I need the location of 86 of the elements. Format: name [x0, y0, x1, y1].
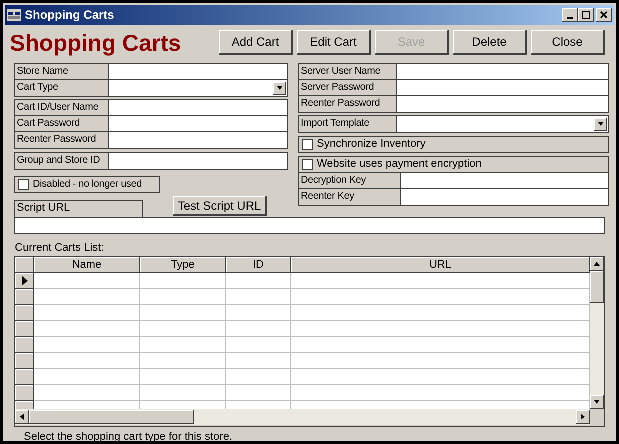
checkbox-label: Website uses payment encryption [317, 157, 482, 172]
maximize-icon [582, 11, 590, 19]
row-selector[interactable] [15, 289, 34, 305]
table-cell [226, 337, 291, 353]
checkbox-row[interactable]: Disabled - no longer used [14, 176, 160, 193]
field-label: Reenter Password [299, 96, 397, 112]
current-row-icon [22, 276, 28, 286]
checkbox-label: Synchronize Inventory [317, 137, 426, 152]
status-text: Select the shopping cart type for this store. [24, 430, 233, 444]
text-field[interactable] [109, 153, 287, 169]
page-heading: Shopping Carts [10, 30, 182, 56]
caret-down-icon [596, 120, 604, 128]
table-cell [226, 369, 291, 385]
scroll-button[interactable] [15, 410, 29, 424]
window-title: Shopping Carts [25, 7, 114, 24]
column-header[interactable]: ID [226, 257, 291, 273]
checkbox-box[interactable] [302, 159, 313, 170]
toolbar-button[interactable]: Close [531, 30, 605, 55]
caret-down-icon [593, 398, 601, 406]
field-label: Store Name [15, 64, 109, 79]
table-cell [226, 305, 291, 321]
column-header[interactable]: Type [140, 257, 226, 273]
caret-down-icon [276, 84, 284, 92]
checkbox-label: Disabled - no longer used [33, 178, 142, 192]
table-cell [226, 385, 291, 401]
checkbox-box[interactable] [302, 139, 313, 150]
field-label: Reenter Key [299, 189, 401, 205]
toolbar-button[interactable]: Edit Cart [297, 30, 371, 55]
column-header[interactable]: Name [34, 257, 140, 273]
field-label: Reenter Password [15, 132, 109, 148]
scroll-button[interactable] [590, 257, 604, 271]
header-corner [15, 257, 34, 273]
table-cell [226, 321, 291, 337]
text-field[interactable] [397, 64, 608, 79]
field-label: Cart Password [15, 116, 109, 131]
scroll-button[interactable] [576, 410, 590, 424]
field-label: Server User Name [299, 64, 397, 79]
row-selector[interactable] [15, 305, 34, 321]
vertical-scrollbar[interactable] [590, 257, 604, 409]
horizontal-scrollbar[interactable] [15, 409, 590, 425]
dropdown-field[interactable] [397, 116, 608, 132]
caret-up-icon [593, 260, 601, 268]
field-label: Server Password [299, 80, 397, 95]
toolbar-button[interactable]: Add Cart [219, 30, 293, 55]
table-cell [226, 273, 291, 289]
dropdown-button[interactable] [594, 118, 607, 130]
dropdown-button[interactable] [273, 82, 286, 94]
field-label: Decryption Key [299, 173, 401, 188]
dropdown-field[interactable] [109, 80, 287, 96]
scroll-thumb[interactable] [29, 410, 194, 424]
caret-right-icon [579, 413, 587, 421]
row-selector[interactable] [15, 369, 34, 385]
minimize-button[interactable] [562, 8, 578, 22]
close-button[interactable] [596, 8, 612, 22]
table-cell [226, 289, 291, 305]
text-field[interactable] [397, 80, 608, 95]
test-script-url-button[interactable]: Test Script URL [173, 196, 267, 216]
toolbar-button[interactable]: Delete [453, 30, 527, 55]
row-selector[interactable] [15, 337, 34, 353]
script-url-field[interactable] [14, 217, 605, 234]
field-label: Group and Store ID [15, 153, 109, 169]
text-field[interactable] [109, 100, 287, 115]
scroll-button[interactable] [590, 395, 604, 409]
field-label: Cart Type [15, 80, 109, 96]
scroll-thumb[interactable] [590, 271, 604, 303]
column-header[interactable]: URL [291, 257, 590, 273]
text-field[interactable] [401, 173, 608, 188]
checkbox-row[interactable]: Synchronize Inventory [298, 136, 609, 153]
row-selector[interactable] [15, 385, 34, 401]
table-cell [226, 353, 291, 369]
text-field[interactable] [397, 96, 608, 112]
field-label: Cart ID/User Name [15, 100, 109, 115]
row-selector[interactable] [15, 321, 34, 337]
close-icon [600, 11, 608, 19]
field-label: Import Template [299, 116, 397, 132]
maximize-button[interactable] [578, 8, 594, 22]
row-selector[interactable] [15, 273, 34, 289]
text-field[interactable] [109, 132, 287, 148]
caret-left-icon [18, 413, 26, 421]
row-selector[interactable] [15, 353, 34, 369]
list-label: Current Carts List: [15, 242, 106, 255]
text-field[interactable] [109, 116, 287, 131]
text-field[interactable] [401, 189, 608, 205]
checkbox-box[interactable] [18, 179, 29, 190]
text-field[interactable] [109, 64, 287, 79]
window-icon [7, 9, 21, 21]
